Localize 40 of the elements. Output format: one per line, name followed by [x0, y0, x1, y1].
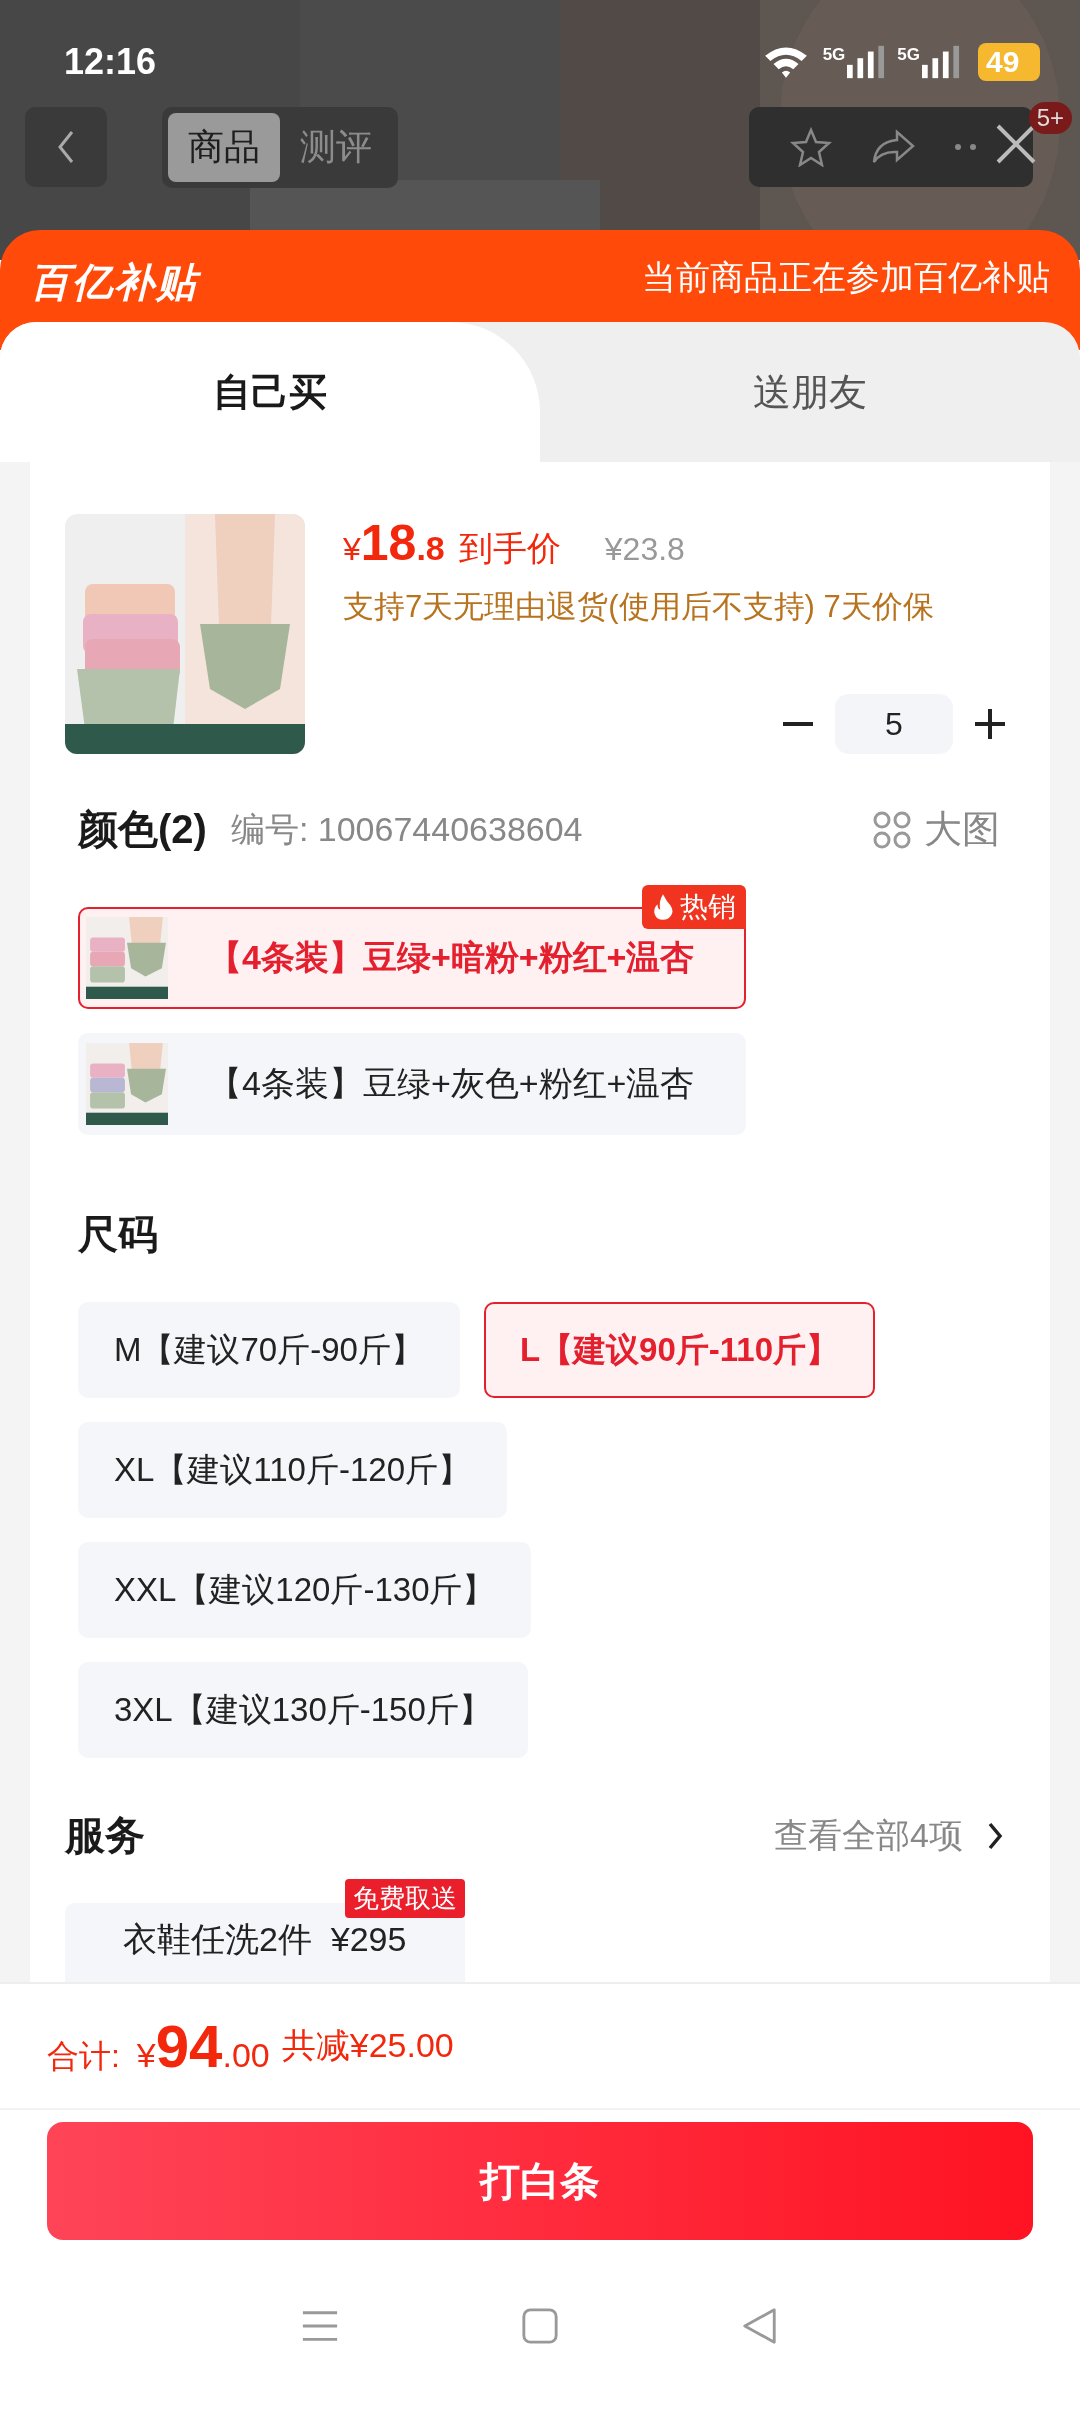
original-price: ¥23.8	[604, 531, 685, 568]
network-label: 5G	[822, 45, 846, 65]
plus-icon[interactable]	[975, 709, 1005, 739]
quantity-field[interactable]: 5	[835, 694, 953, 754]
purchase-mode-tab[interactable]: 送朋友	[540, 322, 1080, 462]
product-code: 编号: 10067440638604	[230, 808, 583, 850]
back-icon[interactable]	[741, 2307, 779, 2345]
signal-icon	[847, 45, 886, 79]
network-label: 5G	[897, 45, 920, 65]
nav-tab[interactable]: 商品	[168, 112, 280, 182]
section-title: 颜色(2)	[78, 806, 207, 853]
flame-icon	[652, 893, 674, 921]
size-option[interactable]: M【建议70斤-90斤】	[78, 1302, 460, 1398]
total-price: 合计: ¥94.00	[47, 2011, 270, 2081]
banner-message: 当前商品正在参加百亿补贴	[642, 257, 1050, 298]
grid-icon[interactable]	[872, 809, 912, 850]
home-icon[interactable]	[521, 2307, 559, 2345]
status-time: 12:16	[64, 41, 157, 83]
large-image-link[interactable]: 大图	[924, 804, 1000, 855]
size-option[interactable]: XL【建议110斤-120斤】	[78, 1422, 508, 1518]
star-icon[interactable]	[789, 127, 833, 167]
price-label: 到手价	[458, 528, 561, 569]
purchase-mode-tab[interactable]: 自己买	[0, 322, 540, 462]
close-icon[interactable]	[994, 122, 1038, 166]
section-title: 服务	[65, 1812, 145, 1859]
size-option[interactable]: L【建议90斤-110斤】	[483, 1302, 875, 1398]
section-title: 尺码	[78, 1211, 158, 1258]
color-option[interactable]: 【4条装】豆绿+灰色+粉红+温杏	[78, 1033, 746, 1135]
view-all-link[interactable]: 查看全部4项	[774, 1812, 963, 1859]
size-option[interactable]: 3XL【建议130斤-150斤】	[78, 1662, 528, 1758]
guarantee-text: 支持7天无理由退货(使用后不支持) 7天价保	[343, 588, 935, 626]
checkout-button[interactable]: 打白条	[47, 2122, 1033, 2240]
chevron-right-icon[interactable]	[987, 1820, 1003, 1851]
size-option[interactable]: XXL【建议120斤-130斤】	[78, 1542, 532, 1638]
signal-icon	[922, 45, 960, 79]
sale-price: ¥18.8	[343, 514, 445, 572]
discount-text: 共减¥25.00	[281, 2025, 454, 2066]
battery-indicator: 49	[978, 43, 1040, 81]
free-delivery-badge: 免费取送	[345, 1879, 465, 1918]
back-icon	[56, 129, 76, 165]
